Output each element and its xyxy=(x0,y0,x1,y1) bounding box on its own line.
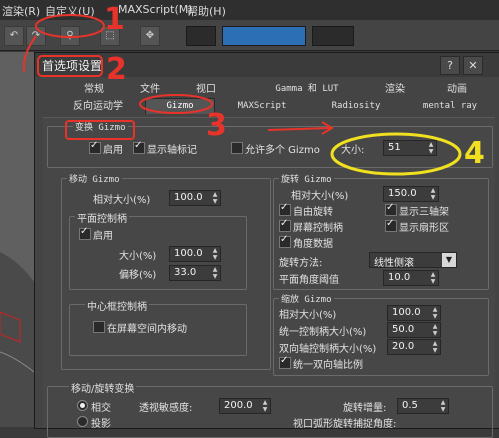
annotation-arrow-4 xyxy=(267,127,331,131)
annotation-box-transform-gizmo xyxy=(65,120,135,140)
annotation-ellipse-gizmo-tab xyxy=(139,94,213,114)
annotation-number-2: 2 xyxy=(106,52,127,87)
annotation-overlay xyxy=(22,14,462,176)
annotation-number-4: 4 xyxy=(464,136,485,171)
annotation-number-3: 3 xyxy=(206,108,227,143)
annotation-ellipse-customize xyxy=(35,14,105,38)
annotation-number-1: 1 xyxy=(104,2,125,37)
annotation-arrow-1 xyxy=(22,35,37,73)
annotation-ellipse-size xyxy=(330,132,462,176)
annotation-box-title xyxy=(37,55,103,77)
